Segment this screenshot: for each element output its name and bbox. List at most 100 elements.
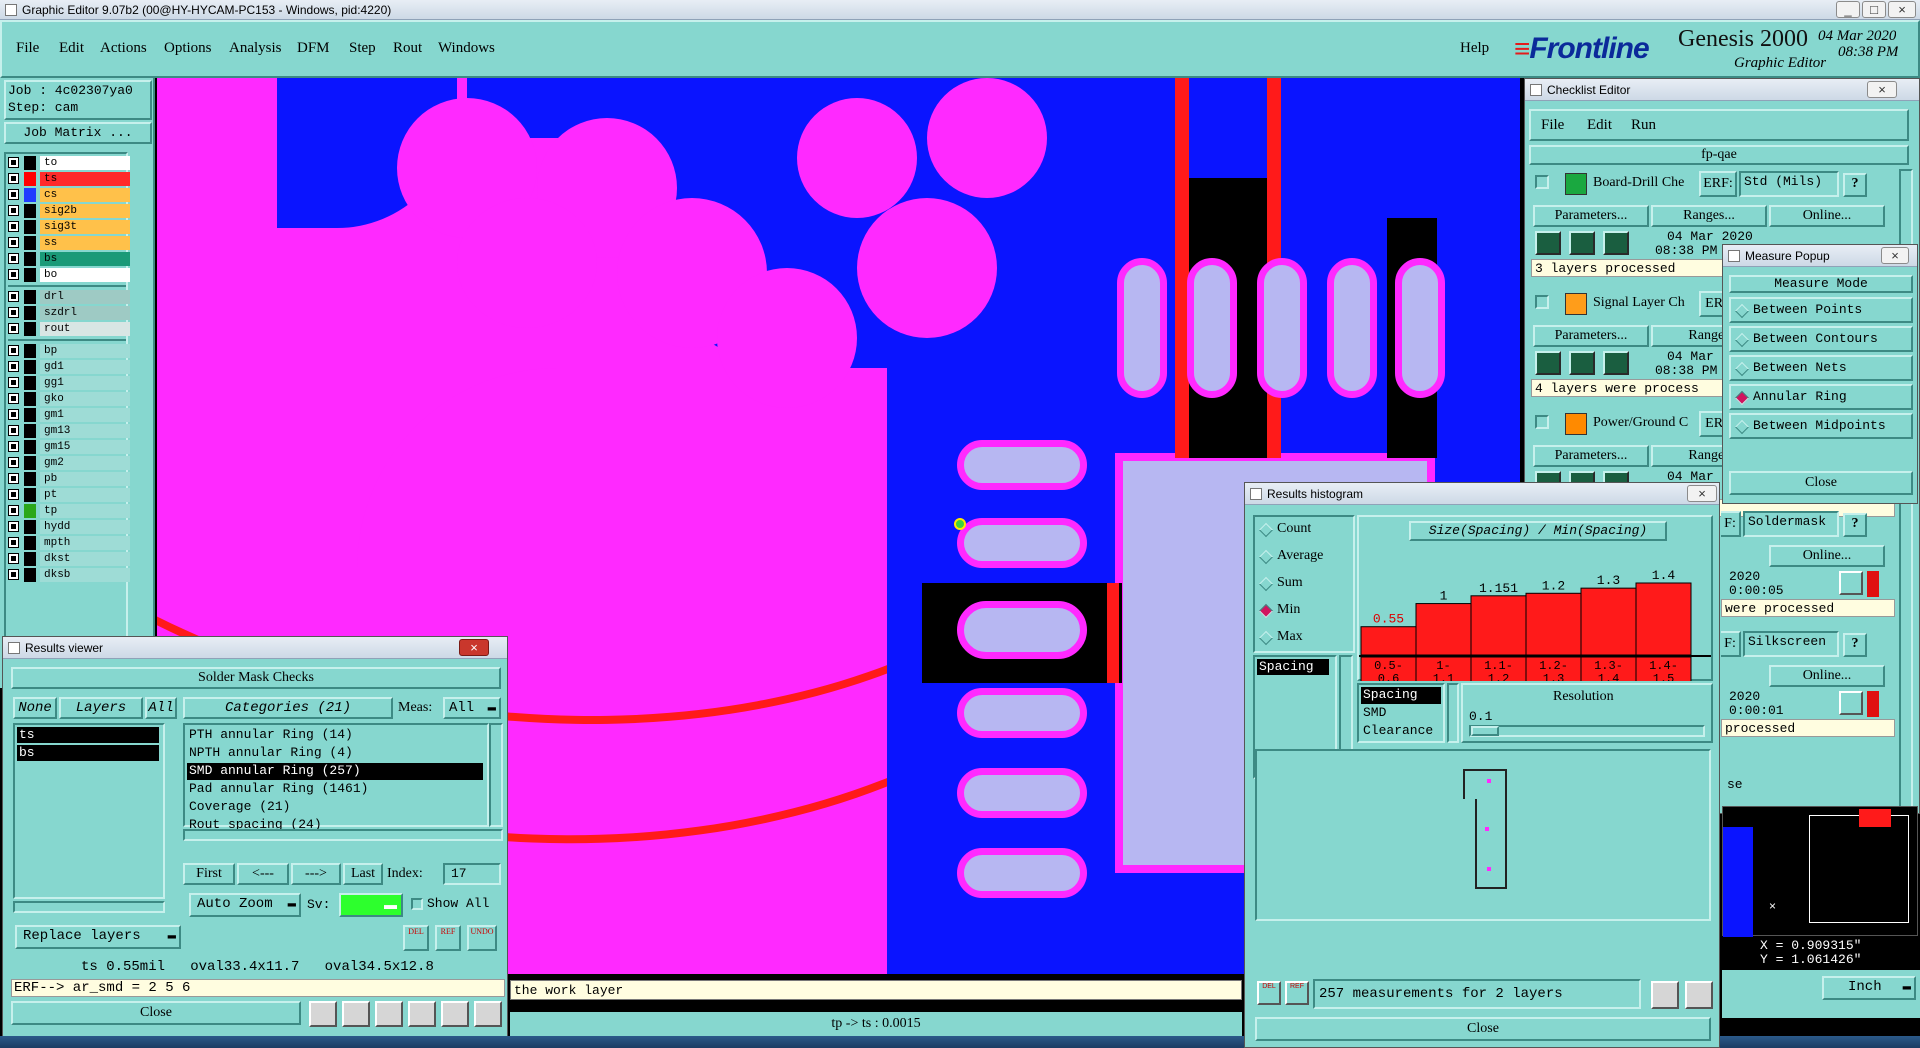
- meas-select[interactable]: All ▬: [443, 697, 501, 719]
- hist-close-button[interactable]: Close: [1255, 1017, 1711, 1041]
- check-ranges-button[interactable]: Ranges...: [1651, 205, 1767, 227]
- layer-row-hydd[interactable]: hydd: [8, 520, 130, 534]
- menu-step[interactable]: Step: [349, 40, 376, 57]
- category-item[interactable]: SMD annular Ring (257): [187, 763, 483, 780]
- layer-scrollbar[interactable]: [13, 901, 165, 913]
- results-tool-icon[interactable]: [375, 1001, 403, 1027]
- checklist-menu-file[interactable]: File: [1541, 117, 1564, 134]
- layer-checkbox[interactable]: [8, 457, 19, 468]
- check-parameters-button[interactable]: Parameters...: [1533, 325, 1649, 347]
- menu-file[interactable]: File: [16, 40, 39, 57]
- menu-rout[interactable]: Rout: [393, 40, 422, 57]
- layer-checkbox[interactable]: [8, 189, 19, 200]
- layer-row-gm1[interactable]: gm1: [8, 408, 130, 422]
- index-input[interactable]: 17: [443, 863, 501, 885]
- results-close-button[interactable]: Close: [11, 1001, 301, 1025]
- check-run-icon[interactable]: [1535, 231, 1561, 255]
- hist-type-item[interactable]: Clearance: [1361, 723, 1441, 740]
- hist-bar[interactable]: [1635, 582, 1692, 656]
- hist-type-item[interactable]: SMD: [1361, 705, 1441, 722]
- radio-icon[interactable]: [1258, 522, 1274, 538]
- layer-row-bs[interactable]: bs: [8, 252, 130, 266]
- layer-row-bp[interactable]: bp: [8, 344, 130, 358]
- radio-icon[interactable]: [1258, 630, 1274, 646]
- close-icon[interactable]: ×: [1687, 485, 1717, 502]
- check-online-button[interactable]: Online...: [1769, 665, 1885, 687]
- layer-row-bo[interactable]: bo: [8, 268, 130, 282]
- layer-result-item[interactable]: ts: [17, 727, 159, 743]
- layer-row-ss[interactable]: ss: [8, 236, 130, 250]
- check-toggle[interactable]: [1535, 175, 1549, 189]
- zoom-icon[interactable]: [1839, 571, 1863, 595]
- results-tool-icon[interactable]: [441, 1001, 469, 1027]
- category-item[interactable]: PTH annular Ring (14): [187, 727, 483, 744]
- results-tool-icon[interactable]: [309, 1001, 337, 1027]
- layer-row-gd1[interactable]: gd1: [8, 360, 130, 374]
- zoom-icon[interactable]: [1839, 691, 1863, 715]
- layer-result-item[interactable]: bs: [17, 745, 159, 761]
- check-run-icon[interactable]: [1569, 351, 1595, 375]
- menu-windows[interactable]: Windows: [438, 40, 495, 57]
- minimize-icon[interactable]: _: [1836, 1, 1860, 18]
- check-erf-button[interactable]: F:: [1721, 631, 1741, 657]
- check-run-icon[interactable]: [1535, 351, 1561, 375]
- menu-options[interactable]: Options: [164, 40, 212, 57]
- close-icon[interactable]: ×: [1888, 1, 1916, 18]
- all-button[interactable]: All: [145, 697, 177, 719]
- units-select[interactable]: Inch ▬: [1822, 976, 1916, 1000]
- check-run-icon[interactable]: [1603, 231, 1629, 255]
- layer-checkbox[interactable]: [8, 521, 19, 532]
- prev-button[interactable]: <---: [237, 863, 289, 885]
- undo-button[interactable]: UNDO: [467, 925, 497, 951]
- layer-checkbox[interactable]: [8, 307, 19, 318]
- layer-checkbox[interactable]: [8, 377, 19, 388]
- check-online-button[interactable]: Online...: [1769, 545, 1885, 567]
- mini-map[interactable]: ×: [1722, 806, 1918, 937]
- hist-export-icon[interactable]: [1651, 981, 1679, 1009]
- resolution-slider-thumb[interactable]: [1471, 726, 1499, 736]
- layer-checkbox[interactable]: [8, 425, 19, 436]
- check-online-button[interactable]: Online...: [1769, 205, 1885, 227]
- replace-layers-select[interactable]: Replace layers ▬: [15, 925, 181, 949]
- layer-checkbox[interactable]: [8, 473, 19, 484]
- check-run-icon[interactable]: [1569, 231, 1595, 255]
- ref-button[interactable]: REF: [435, 925, 461, 951]
- layer-checkbox[interactable]: [8, 253, 19, 264]
- layer-checkbox[interactable]: [8, 409, 19, 420]
- del-button[interactable]: DEL: [403, 925, 429, 951]
- check-erf-value[interactable]: Std (Mils): [1739, 171, 1839, 197]
- hist-ref2-button[interactable]: REF: [1285, 981, 1309, 1005]
- resolution-slider[interactable]: [1469, 725, 1705, 737]
- check-parameters-button[interactable]: Parameters...: [1533, 205, 1649, 227]
- layer-row-gm2[interactable]: gm2: [8, 456, 130, 470]
- layer-row-gg1[interactable]: gg1: [8, 376, 130, 390]
- close-icon[interactable]: ×: [1867, 81, 1897, 98]
- layer-checkbox[interactable]: [8, 323, 19, 334]
- layer-checkbox[interactable]: [8, 393, 19, 404]
- category-vscroll[interactable]: [489, 723, 503, 827]
- results-tool-icon[interactable]: [408, 1001, 436, 1027]
- layer-row-tp[interactable]: tp: [8, 504, 130, 518]
- last-button[interactable]: Last: [343, 863, 383, 885]
- layer-row-gm15[interactable]: gm15: [8, 440, 130, 454]
- layer-row-dksb[interactable]: dksb: [8, 568, 130, 582]
- menu-help[interactable]: Help: [1460, 40, 1489, 57]
- maximize-icon[interactable]: □: [1862, 1, 1886, 18]
- layer-checkbox[interactable]: [8, 553, 19, 564]
- category-item[interactable]: Pad annular Ring (1461): [187, 781, 483, 798]
- results-tool-icon[interactable]: [342, 1001, 370, 1027]
- measure-option[interactable]: Between Nets: [1729, 355, 1913, 381]
- layer-checkbox[interactable]: [8, 269, 19, 280]
- layer-checkbox[interactable]: [8, 505, 19, 516]
- check-help-button[interactable]: ?: [1843, 173, 1867, 197]
- layer-checkbox[interactable]: [8, 291, 19, 302]
- layer-checkbox[interactable]: [8, 361, 19, 372]
- layer-checkbox[interactable]: [8, 345, 19, 356]
- hist-type-item[interactable]: Spacing: [1361, 687, 1441, 704]
- radio-icon[interactable]: [1258, 549, 1274, 565]
- check-run-icon[interactable]: [1603, 351, 1629, 375]
- measure-option[interactable]: Between Points: [1729, 297, 1913, 323]
- layer-checkbox[interactable]: [8, 205, 19, 216]
- measure-close-button[interactable]: Close: [1729, 471, 1913, 495]
- hist-bar[interactable]: [1360, 626, 1417, 656]
